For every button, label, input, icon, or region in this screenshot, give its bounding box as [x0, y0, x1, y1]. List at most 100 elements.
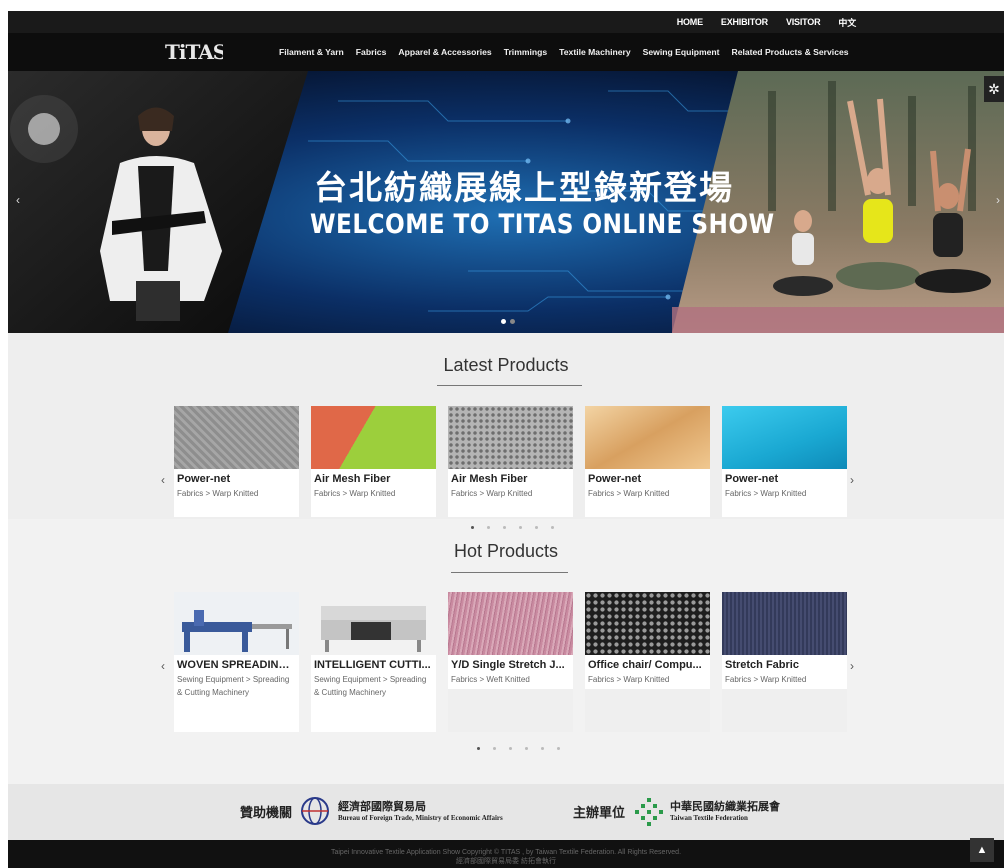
hot-title-underline [451, 572, 568, 573]
ttf-logo-icon [635, 798, 663, 826]
sponsor-bar: 贊助機關 經濟部國際貿易局 Bureau of Foreign Trade, M… [8, 784, 1004, 840]
gear-icon[interactable]: ✲ [984, 76, 1004, 102]
product-category: Fabrics > Warp Knitted [451, 489, 533, 498]
latest-next-arrow[interactable]: › [850, 473, 854, 487]
product-image [311, 406, 436, 469]
hot-dot-2[interactable] [493, 747, 496, 750]
taiwan-textile-federation-logo[interactable]: 中華民國紡織業拓展會 Taiwan Textile Federation [670, 798, 780, 822]
hero-dot-2[interactable] [510, 319, 515, 324]
nav-trimmings[interactable]: Trimmings [504, 47, 547, 57]
latest-product-card-5[interactable]: Power-net Fabrics > Warp Knitted [722, 406, 847, 517]
top-utility-bar: HOME EXHIBITOR VISITOR 中文 [8, 11, 1004, 33]
copyright-subline: 經濟部國際貿易局委 紡拓會執行 [456, 858, 556, 865]
hero-dot-1[interactable] [501, 319, 506, 324]
product-name: Office chair/ Compu... [585, 655, 710, 673]
bureau-name-en: Bureau of Foreign Trade, Ministry of Eco… [338, 814, 503, 822]
product-name: INTELLIGENT CUTTI... [314, 659, 431, 671]
svg-text:TiTAS: TiTAS [165, 40, 223, 64]
topbar-exhibitor-link[interactable]: EXHIBITOR [721, 17, 768, 27]
topbar-home-link[interactable]: HOME [677, 17, 703, 27]
hero-next-arrow[interactable]: › [996, 193, 1000, 207]
nav-filament-yarn[interactable]: Filament & Yarn [279, 47, 344, 57]
product-category: Fabrics > Warp Knitted [314, 489, 396, 498]
nav-sewing-equipment[interactable]: Sewing Equipment [643, 47, 720, 57]
product-image [448, 592, 573, 655]
main-navbar: TiTAS Filament & Yarn Fabrics Apparel & … [8, 33, 1004, 71]
product-image [722, 406, 847, 469]
product-category: Fabrics > Warp Knitted [725, 489, 807, 498]
product-name: Air Mesh Fiber [451, 473, 528, 485]
bureau-name-cn: 經濟部國際貿易局 [338, 800, 426, 813]
product-category: Fabrics > Warp Knitted [588, 489, 670, 498]
latest-dot-1[interactable] [471, 526, 474, 529]
hot-dot-6[interactable] [557, 747, 560, 750]
product-image [585, 592, 710, 655]
hot-dot-1[interactable] [477, 747, 480, 750]
product-name: Power-net [588, 473, 642, 485]
latest-dot-5[interactable] [535, 526, 538, 529]
titas-logo[interactable]: TiTAS [163, 38, 223, 66]
latest-product-card-1[interactable]: Power-net Fabrics > Warp Knitted [174, 406, 299, 517]
copyright-text: Taipei Innovative Textile Application Sh… [330, 849, 682, 856]
latest-product-card-2[interactable]: Air Mesh Fiber Fabrics > Warp Knitted [311, 406, 436, 517]
hot-carousel-dots [477, 747, 560, 750]
hot-dot-4[interactable] [525, 747, 528, 750]
titas-logo-icon: TiTAS [165, 40, 223, 64]
hot-next-arrow[interactable]: › [850, 659, 854, 673]
product-name: Power-net [177, 473, 231, 485]
product-image [585, 406, 710, 469]
hero-carousel-dots [501, 319, 515, 324]
page: HOME EXHIBITOR VISITOR 中文 TiTAS Filament… [0, 0, 1004, 868]
latest-dot-6[interactable] [551, 526, 554, 529]
hot-product-card-3[interactable]: Y/D Single Stretch J... Fabrics > Weft K… [448, 592, 573, 732]
hot-dot-5[interactable] [541, 747, 544, 750]
topbar-language-link[interactable]: 中文 [838, 16, 856, 29]
category-nav: Filament & Yarn Fabrics Apparel & Access… [279, 47, 849, 57]
product-image [448, 406, 573, 469]
hero-prev-arrow[interactable]: ‹ [16, 193, 20, 207]
latest-products-section: Latest Products ‹ › Power-net Fabrics > … [8, 333, 1004, 519]
latest-title-underline [437, 385, 582, 386]
product-category: Sewing Equipment > Spreading & Cutting M… [314, 675, 427, 697]
spreading-machine-image [182, 610, 292, 652]
product-category: Fabrics > Warp Knitted [585, 673, 710, 689]
nav-fabrics[interactable]: Fabrics [356, 47, 387, 57]
hot-prev-arrow[interactable]: ‹ [161, 659, 165, 673]
hero-title-chinese: 台北紡織展線上型錄新登場 [314, 168, 734, 207]
latest-carousel-dots [471, 526, 554, 529]
hot-product-card-2[interactable]: INTELLIGENT CUTTI... Sewing Equipment > … [311, 592, 436, 732]
product-category: Fabrics > Weft Knitted [448, 673, 573, 689]
sponsor-label: 贊助機關 [240, 806, 293, 821]
product-category: Fabrics > Warp Knitted [177, 489, 259, 498]
bureau-foreign-trade-logo[interactable]: 經濟部國際貿易局 Bureau of Foreign Trade, Minist… [338, 798, 503, 822]
nav-apparel-accessories[interactable]: Apparel & Accessories [398, 47, 491, 57]
latest-prev-arrow[interactable]: ‹ [161, 473, 165, 487]
latest-dot-4[interactable] [519, 526, 522, 529]
product-category: Fabrics > Warp Knitted [722, 673, 847, 689]
back-to-top-button[interactable]: ▲ [970, 838, 994, 862]
product-image [722, 592, 847, 655]
hot-product-card-1[interactable]: WOVEN SPREADING... Sewing Equipment > Sp… [174, 592, 299, 732]
latest-dot-2[interactable] [487, 526, 490, 529]
latest-products-title: Latest Products [443, 355, 569, 375]
hero-banner[interactable]: 台北紡織展線上型錄新登場 WELCOME TO TITAS ONLINE SHO… [8, 71, 1004, 333]
topbar-visitor-link[interactable]: VISITOR [786, 17, 821, 27]
hero-title-english: WELCOME TO TITAS ONLINE SHOW [310, 209, 775, 240]
product-category: Sewing Equipment > Spreading & Cutting M… [177, 675, 290, 697]
latest-product-card-3[interactable]: Air Mesh Fiber Fabrics > Warp Knitted [448, 406, 573, 517]
hot-product-card-4[interactable]: Office chair/ Compu... Fabrics > Warp Kn… [585, 592, 710, 732]
footer: Taipei Innovative Textile Application Sh… [8, 838, 1004, 868]
nav-textile-machinery[interactable]: Textile Machinery [559, 47, 630, 57]
hot-product-card-5[interactable]: Stretch Fabric Fabrics > Warp Knitted [722, 592, 847, 732]
hot-products-title: Hot Products [453, 541, 559, 561]
product-image [311, 592, 436, 655]
nav-related-products[interactable]: Related Products & Services [732, 47, 849, 57]
latest-dot-3[interactable] [503, 526, 506, 529]
product-name: Power-net [725, 473, 779, 485]
globe-icon [301, 797, 329, 825]
organizer-label: 主辦單位 [573, 806, 626, 821]
hot-dot-3[interactable] [509, 747, 512, 750]
copyright-block: Taipei Innovative Textile Application Sh… [8, 848, 1004, 866]
latest-product-card-4[interactable]: Power-net Fabrics > Warp Knitted [585, 406, 710, 517]
product-name: Air Mesh Fiber [314, 473, 391, 485]
